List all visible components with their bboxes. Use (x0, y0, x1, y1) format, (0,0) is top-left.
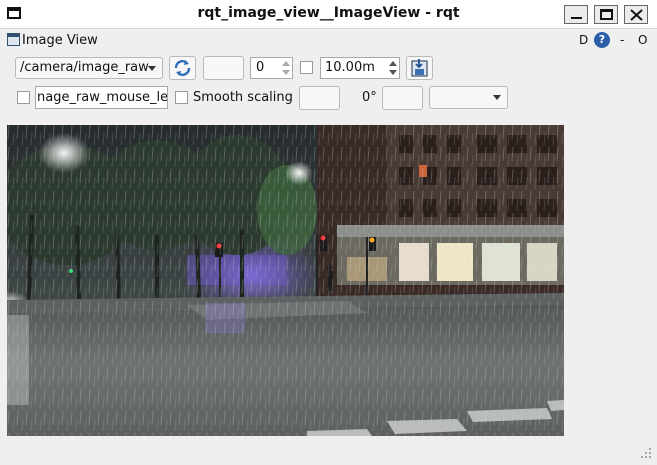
number-spinbox-value: 0 (256, 60, 265, 75)
dock-float-button[interactable]: O (638, 33, 647, 47)
mouse-topic-value: nage_raw_mouse_left (37, 90, 167, 105)
refresh-topics-button[interactable] (169, 56, 196, 80)
help-icon[interactable]: ? (594, 32, 610, 48)
image-view-icon (7, 33, 20, 46)
chevron-down-icon (148, 66, 156, 71)
rate-checkbox[interactable] (300, 61, 313, 74)
chevron-down-icon (493, 95, 501, 100)
number-spinbox[interactable]: 0 (250, 57, 293, 79)
rotate-right-button[interactable] (382, 86, 423, 110)
arrow-down-icon (389, 70, 397, 75)
maximize-button[interactable] (594, 5, 618, 24)
refresh-icon (174, 60, 191, 76)
topic-combobox-value: /camera/image_raw (20, 60, 149, 75)
close-icon (630, 9, 643, 21)
rotation-label: 0° (362, 90, 377, 105)
minimize-button[interactable] (564, 5, 588, 24)
smooth-scaling-label: Smooth scaling (193, 90, 293, 105)
rate-spinbox[interactable]: 10.00m (320, 57, 400, 79)
smooth-scaling-checkbox[interactable] (175, 91, 188, 104)
arrow-up-icon (282, 61, 290, 66)
zoom-button[interactable] (203, 56, 244, 80)
maximize-icon (600, 9, 613, 20)
topic-combobox[interactable]: /camera/image_raw (15, 57, 163, 79)
dock-d-button[interactable]: D (579, 33, 588, 47)
close-button[interactable] (624, 5, 648, 24)
resize-grip-icon (641, 448, 651, 458)
save-image-icon (411, 59, 428, 77)
rate-spinbox-value: 10.00m (325, 60, 375, 75)
save-image-button[interactable] (406, 56, 433, 80)
arrow-down-icon (282, 70, 290, 75)
camera-image-canvas (7, 125, 564, 436)
resize-grip[interactable] (640, 447, 652, 459)
dock-title: Image View (22, 33, 98, 48)
color-scheme-combobox[interactable] (429, 86, 508, 109)
rotate-left-button[interactable] (299, 86, 340, 110)
mouse-publish-checkbox[interactable] (17, 91, 30, 104)
window-title: rqt_image_view__ImageView - rqt (197, 5, 460, 21)
camera-image[interactable] (7, 125, 564, 436)
dock-minimize-button[interactable]: - (620, 33, 624, 47)
arrow-up-icon (389, 61, 397, 66)
spinbox-arrows[interactable] (388, 59, 398, 77)
minimize-icon (571, 17, 582, 19)
mouse-topic-input[interactable]: nage_raw_mouse_left (35, 86, 168, 109)
spinbox-arrows[interactable] (281, 59, 291, 77)
